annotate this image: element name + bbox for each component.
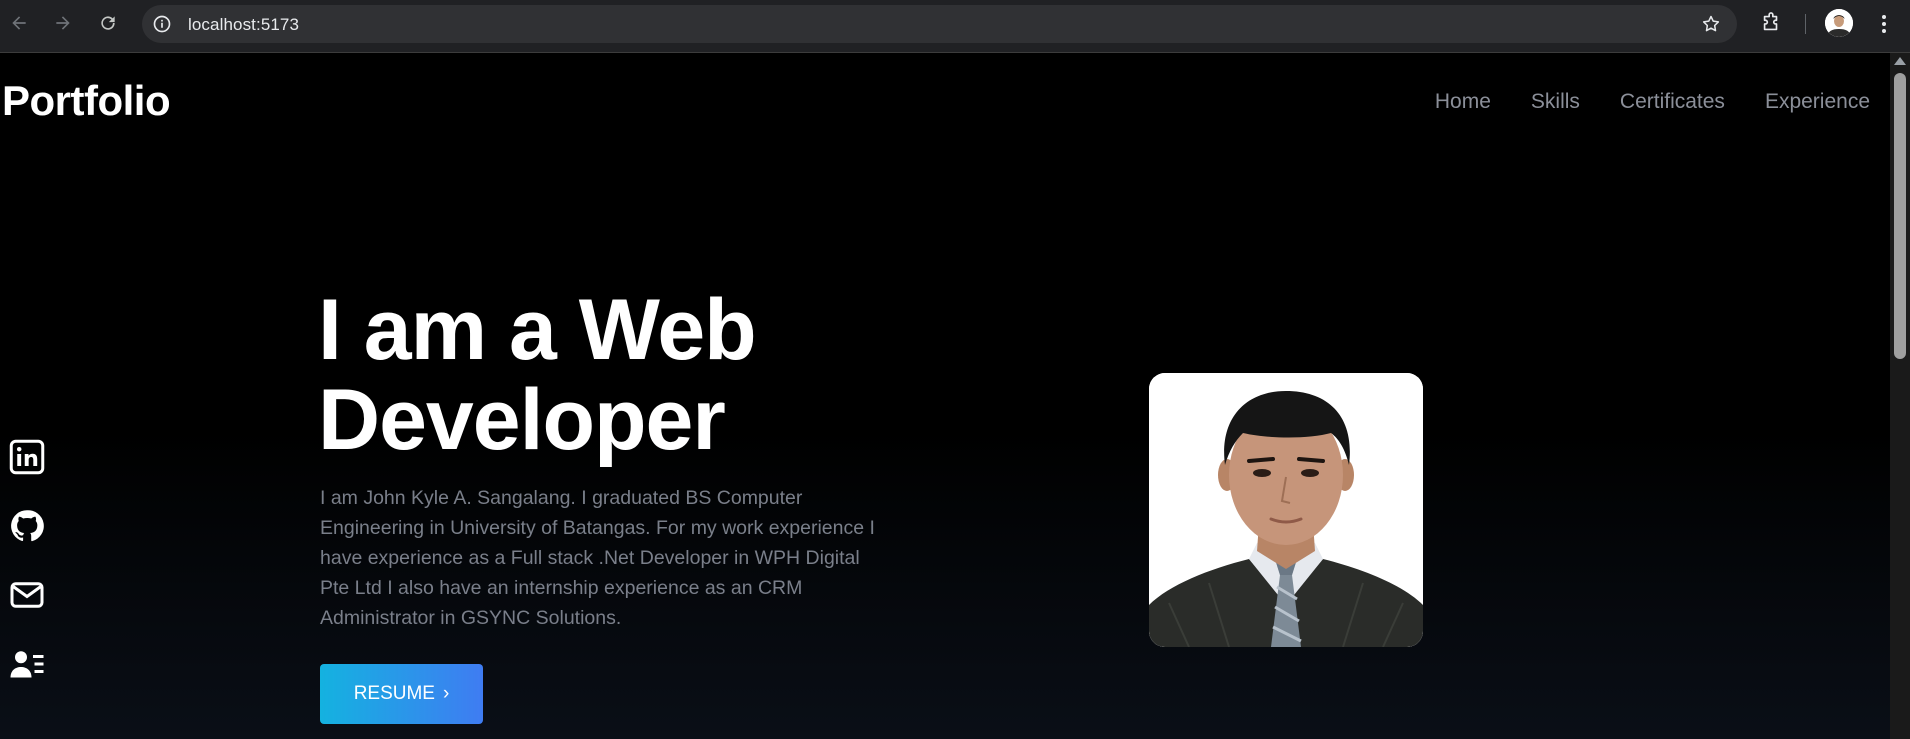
profile-picture [1825, 9, 1853, 37]
nav-skills[interactable]: Skills [1531, 90, 1580, 114]
site-brand[interactable]: Portfolio [2, 77, 171, 125]
scroll-up-icon[interactable] [1894, 57, 1906, 65]
github-link[interactable] [8, 507, 46, 545]
portrait-image [1149, 373, 1423, 647]
kebab-menu-icon[interactable] [1874, 12, 1894, 36]
page-scrollbar[interactable] [1890, 53, 1910, 739]
nav-certificates[interactable]: Certificates [1620, 90, 1725, 114]
hero-description: I am John Kyle A. Sangalang. I graduated… [320, 487, 875, 629]
arrow-left-icon [12, 16, 26, 30]
linkedin-icon [9, 439, 45, 475]
hero-title-line2: Developer [318, 372, 726, 468]
avatar[interactable] [1825, 9, 1853, 37]
linkedin-link[interactable] [8, 438, 46, 476]
contact-link[interactable] [8, 645, 46, 683]
mail-icon [10, 582, 44, 608]
puzzle-icon[interactable] [1760, 12, 1782, 34]
nav-experience[interactable]: Experience [1765, 90, 1870, 114]
resume-button[interactable]: RESUME › [320, 664, 483, 724]
reload-icon [101, 16, 115, 30]
reload-button[interactable] [95, 10, 121, 36]
arrow-right-icon [56, 16, 70, 30]
browser-toolbar: localhost:5173 [0, 0, 1910, 53]
address-bar[interactable]: localhost:5173 [142, 5, 1737, 43]
chevron-right-icon: › [442, 683, 450, 704]
star-icon[interactable] [1701, 14, 1721, 34]
hero-title: I am a Web Developer [318, 285, 918, 465]
forward-button[interactable] [50, 10, 76, 36]
info-icon[interactable] [152, 14, 172, 34]
scrollbar-thumb[interactable] [1894, 73, 1906, 359]
hero-title-line1: I am a Web [318, 282, 757, 378]
url-text[interactable]: localhost:5173 [188, 15, 299, 35]
top-navigation: Home Skills Certificates Experience [1435, 90, 1870, 114]
resume-label: RESUME [353, 683, 435, 704]
contact-card-icon [10, 651, 44, 678]
back-button[interactable] [6, 10, 32, 36]
toolbar-separator [1805, 14, 1806, 34]
github-icon [11, 510, 44, 542]
email-link[interactable] [8, 576, 46, 614]
page-viewport: Portfolio Home Skills Certificates Exper… [0, 53, 1890, 739]
profile-photo [1149, 373, 1423, 647]
nav-home[interactable]: Home [1435, 90, 1491, 114]
